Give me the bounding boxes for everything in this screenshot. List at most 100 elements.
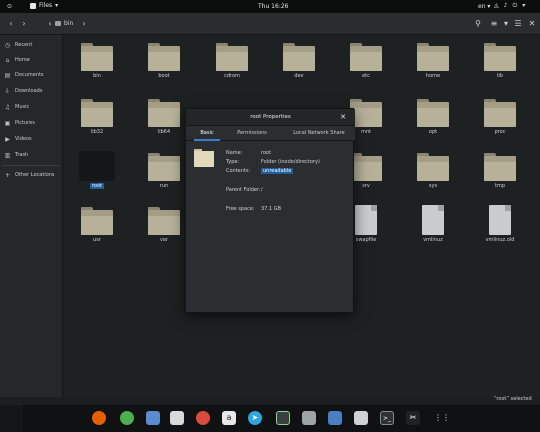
forward-button[interactable]: › <box>18 18 30 30</box>
clock[interactable]: Thu 16:26 <box>258 3 288 10</box>
menu-button[interactable]: ☰ <box>512 18 524 30</box>
item-label: tmp <box>494 183 505 189</box>
folder-icon <box>484 99 516 127</box>
free-space-value[interactable]: 37.1 GB <box>261 206 281 212</box>
folder-item[interactable]: dev <box>279 39 319 89</box>
sidebar-item-label: Videos <box>15 136 32 142</box>
home-icon: ⌂ <box>5 56 10 64</box>
files-icon[interactable] <box>146 411 160 425</box>
folder-item[interactable]: usr <box>77 203 117 253</box>
parent-folder-value[interactable]: / <box>261 187 263 193</box>
clock-icon: ◷ <box>4 41 11 49</box>
folder-icon <box>148 207 180 235</box>
chevron-down-icon: ▾ <box>522 2 526 9</box>
view-options-button[interactable]: ≡ <box>488 18 500 30</box>
type-label: Type: <box>226 159 240 165</box>
file-icon <box>489 205 511 235</box>
sidebar-item-label: Downloads <box>15 88 43 94</box>
software-icon[interactable] <box>170 411 184 425</box>
amazon-icon[interactable]: a <box>222 411 236 425</box>
sidebar-item-videos[interactable]: ▶ Videos <box>4 134 32 144</box>
help-icon[interactable] <box>196 411 210 425</box>
item-label: sys <box>428 183 438 189</box>
item-label: cdrom <box>224 73 240 79</box>
search-button[interactable]: ⚲ <box>472 18 484 30</box>
contents-label: Contents: <box>226 168 251 174</box>
folder-item[interactable]: cdrom <box>212 39 252 89</box>
breadcrumb-next[interactable]: › <box>78 18 90 30</box>
status-label: “root” selected <box>494 396 532 402</box>
item-label: home <box>425 73 441 79</box>
folder-item[interactable]: home <box>413 39 453 89</box>
file-icon <box>355 205 377 235</box>
app-menu[interactable]: Files ▾ <box>30 2 58 9</box>
folder-item[interactable]: var <box>144 203 184 253</box>
sidebar-item-label: Music <box>15 104 30 110</box>
file-item[interactable]: vmlinuz.old <box>480 203 520 253</box>
folder-item[interactable]: lib32 <box>77 95 117 145</box>
folder-item[interactable]: boot <box>144 39 184 89</box>
dock-left-panel <box>0 405 22 432</box>
item-label: boot <box>158 73 170 79</box>
name-value[interactable]: root <box>261 150 271 156</box>
folder-item[interactable]: lib64 <box>144 95 184 145</box>
terminal-icon[interactable]: >_ <box>380 411 394 425</box>
download-icon: ⇩ <box>4 87 11 95</box>
sidebar-item-label: Documents <box>15 72 44 78</box>
tab-basic[interactable]: Basic <box>194 126 220 141</box>
folder-icon <box>350 153 382 181</box>
chrome-icon[interactable] <box>120 411 134 425</box>
folder-item-selected[interactable]: root <box>77 149 117 199</box>
folder-item[interactable]: run <box>144 149 184 199</box>
settings-icon[interactable] <box>328 411 342 425</box>
top-bar: ⊙ Files ▾ Thu 16:26 en ▾ ◬ ♪ ⏻ ▾ <box>0 0 540 13</box>
free-space-label: Free space: <box>226 206 255 212</box>
sidebar-item-pictures[interactable]: ▣ Pictures <box>4 118 35 128</box>
folder-item[interactable]: opt <box>413 95 453 145</box>
network-icon: ◬ <box>494 2 499 9</box>
folder-icon <box>216 43 248 71</box>
sidebar-item-trash[interactable]: ▥ Trash <box>4 150 29 160</box>
app-grid-icon[interactable]: ⋮⋮ <box>434 411 450 425</box>
video-icon: ▶ <box>5 135 10 143</box>
folder-item[interactable]: bin <box>77 39 117 89</box>
sidebar-item-documents[interactable]: ▤ Documents <box>4 70 44 80</box>
item-label: dev <box>294 73 304 79</box>
screenshot-icon[interactable] <box>354 411 368 425</box>
folder-item[interactable]: sys <box>413 149 453 199</box>
system-tray[interactable]: ◬ ♪ ⏻ ▾ <box>494 2 525 10</box>
tab-permissions[interactable]: Permissions <box>232 126 272 141</box>
contents-value[interactable]: unreadable <box>261 168 294 174</box>
firefox-icon[interactable] <box>92 411 106 425</box>
list-view-icon: ≡ <box>490 19 498 28</box>
sidebar-item-other-locations[interactable]: + Other Locations <box>4 170 55 180</box>
tools-icon[interactable]: ✂ <box>406 411 420 425</box>
dialog-close-button[interactable]: ✕ <box>338 112 348 122</box>
folder-item[interactable]: lib <box>480 39 520 89</box>
view-menu-button[interactable]: ▾ <box>500 18 512 30</box>
back-button[interactable]: ‹ <box>5 18 17 30</box>
file-item[interactable]: vmlinuz <box>413 203 453 253</box>
folder-item[interactable]: proc <box>480 95 520 145</box>
breadcrumb-bin[interactable]: bin <box>64 18 73 30</box>
folder-icon <box>194 149 214 167</box>
telegram-icon[interactable]: ➤ <box>248 411 262 425</box>
item-label: lib <box>497 73 503 79</box>
folder-item[interactable]: etc <box>346 39 386 89</box>
root-drive-button[interactable] <box>52 18 64 30</box>
tab-local-network-share[interactable]: Local Network Share <box>286 126 352 141</box>
sidebar-item-music[interactable]: ♫ Music <box>4 102 29 112</box>
monitor-icon[interactable] <box>276 411 290 425</box>
folder-item[interactable]: tmp <box>480 149 520 199</box>
sidebar-item-label: Recent <box>15 42 33 48</box>
close-window-button[interactable]: ✕ <box>526 18 538 30</box>
type-value[interactable]: Folder (inode/directory) <box>261 159 320 165</box>
input-method-indicator[interactable]: en ▾ <box>478 3 490 10</box>
sidebar-item-recent[interactable]: ◷ Recent <box>4 40 32 50</box>
close-icon: ✕ <box>528 19 536 28</box>
sidebar-item-downloads[interactable]: ⇩ Downloads <box>4 86 42 96</box>
activities-button[interactable]: ⊙ <box>7 3 12 10</box>
trash-icon: ▥ <box>4 151 11 159</box>
scanner-icon[interactable] <box>302 411 316 425</box>
sidebar-item-home[interactable]: ⌂ Home <box>4 55 30 65</box>
